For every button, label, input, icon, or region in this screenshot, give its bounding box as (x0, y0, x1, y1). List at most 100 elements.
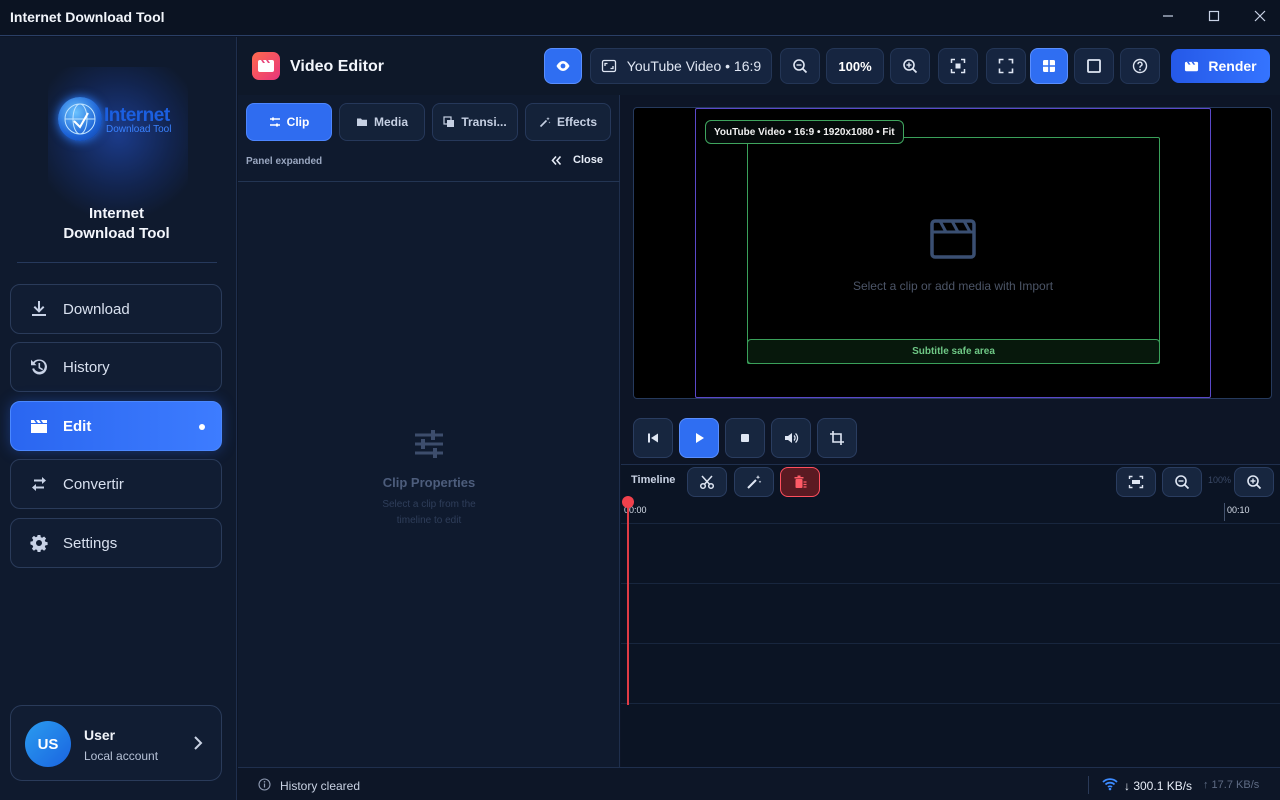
track-divider (621, 703, 1280, 704)
brand-name: Internet Download Tool (20, 204, 213, 244)
page-title: Video Editor (290, 58, 384, 75)
fullscreen-icon (998, 58, 1014, 74)
logo-glow (48, 67, 188, 217)
brand-name-line2: Download Tool (63, 225, 170, 242)
close-button[interactable] (1237, 0, 1280, 32)
playhead-handle[interactable] (622, 496, 634, 508)
sidebar-item-label: History (63, 358, 110, 376)
skip-to-start-button[interactable] (633, 418, 673, 458)
maximize-icon (1208, 10, 1220, 22)
minimize-button[interactable] (1145, 0, 1191, 32)
tab-label: Effects (556, 115, 597, 129)
timeline-fit-button[interactable] (1116, 467, 1156, 497)
render-button[interactable]: Render (1171, 49, 1270, 83)
volume-button[interactable] (771, 418, 811, 458)
skip-back-icon (648, 433, 658, 443)
gear-icon (29, 533, 49, 553)
download-icon (29, 299, 49, 319)
timeline-zoom-percent: 100% (1208, 475, 1232, 485)
format-selector[interactable]: YouTube Video • 16:9 (590, 48, 772, 84)
sidebar-item-edit[interactable]: Edit (10, 401, 222, 451)
stop-button[interactable] (725, 418, 765, 458)
video-preview[interactable]: YouTube Video • 16:9 • 1920x1080 • Fit S… (633, 107, 1272, 399)
fit-to-screen-button[interactable] (938, 48, 978, 84)
tab-effects[interactable]: Effects (525, 103, 611, 141)
zoom-in-icon (903, 59, 918, 74)
canvas-frame: YouTube Video • 16:9 • 1920x1080 • Fit S… (695, 108, 1211, 398)
upload-speed: ↑ 17.7 KB/s (1203, 779, 1260, 791)
sidebar-item-label: Settings (63, 534, 118, 552)
sidebar-item-history[interactable]: History (10, 342, 222, 392)
delete-clip-button[interactable] (780, 467, 820, 497)
aspect-ratio-icon (601, 59, 616, 73)
status-message: History cleared (280, 779, 361, 793)
sidebar-item-label: Download (63, 300, 130, 318)
preview-toggle-button[interactable] (544, 48, 582, 84)
properties-panel: Clip Media Transi... Effects Panel expan… (238, 95, 620, 767)
info-icon (258, 778, 271, 791)
auto-edit-button[interactable] (734, 467, 774, 497)
stop-icon (741, 434, 749, 442)
format-label: YouTube Video • 16:9 (626, 58, 762, 74)
status-divider (1088, 776, 1089, 794)
panel-status: Panel expanded (246, 156, 323, 167)
clapperboard-icon (930, 219, 976, 259)
sidebar-item-label: Convertir (63, 475, 124, 493)
timeline-zoom-out-button[interactable] (1162, 467, 1202, 497)
double-chevron-left-icon (551, 155, 562, 165)
trash-icon (794, 475, 807, 488)
timeline-end-time: 00:10 (1227, 505, 1250, 515)
close-icon (1254, 10, 1266, 22)
zoom-out-button[interactable] (780, 48, 820, 84)
focus-frame-icon (950, 58, 966, 74)
scissors-icon (699, 475, 715, 490)
track-divider (621, 643, 1280, 644)
history-icon (29, 357, 49, 377)
chevron-right-icon (194, 736, 203, 750)
sidebar-item-label: Edit (63, 417, 92, 435)
close-panel-button[interactable]: Close (551, 154, 603, 166)
tab-clip[interactable]: Clip (246, 103, 332, 141)
grid-view-button[interactable] (1030, 48, 1068, 84)
single-view-button[interactable] (1074, 48, 1114, 84)
maximize-button[interactable] (1191, 0, 1237, 32)
split-clip-button[interactable] (687, 467, 727, 497)
track-divider (621, 583, 1280, 584)
playhead-line (627, 503, 629, 705)
canvas-format-badge: YouTube Video • 16:9 • 1920x1080 • Fit (705, 120, 904, 144)
tab-transitions[interactable]: Transi... (432, 103, 518, 141)
sidebar: Internet Download Tool Internet Download… (0, 37, 237, 800)
zoom-level: 100% (838, 58, 872, 74)
sidebar-item-download[interactable]: Download (10, 284, 222, 334)
timeline-zoom-in-button[interactable] (1234, 467, 1274, 497)
timeline-panel: Timeline 100% 00:00 00:10 (621, 464, 1280, 767)
app-title: Internet Download Tool (10, 9, 165, 25)
zoom-in-button[interactable] (890, 48, 930, 84)
user-account-card[interactable]: US User Local account (10, 705, 222, 781)
crop-icon (830, 431, 844, 445)
crop-button[interactable] (817, 418, 857, 458)
play-icon (696, 433, 704, 443)
minimize-icon (1163, 15, 1173, 17)
magic-wand-icon (747, 475, 762, 489)
panel-divider (238, 181, 620, 182)
folder-icon (356, 118, 367, 126)
zoom-out-icon (793, 59, 808, 74)
sidebar-divider (17, 262, 217, 263)
fullscreen-button[interactable] (986, 48, 1026, 84)
swap-arrows-icon (29, 474, 49, 494)
help-icon (1132, 58, 1148, 74)
tab-media[interactable]: Media (339, 103, 425, 141)
logo-text-line2: Download Tool (106, 124, 172, 135)
square-icon (1087, 59, 1101, 73)
tab-label: Clip (286, 115, 310, 129)
sidebar-item-convertir[interactable]: Convertir (10, 459, 222, 509)
render-label: Render (1208, 58, 1257, 74)
play-button[interactable] (679, 418, 719, 458)
active-indicator-dot (199, 424, 205, 430)
subtitle-safe-area: Subtitle safe area (747, 339, 1160, 364)
help-button[interactable] (1120, 48, 1160, 84)
fit-width-icon (1128, 475, 1144, 489)
empty-state-subtitle: Select a clip from the timeline to edit (382, 499, 476, 526)
sidebar-item-settings[interactable]: Settings (10, 518, 222, 568)
